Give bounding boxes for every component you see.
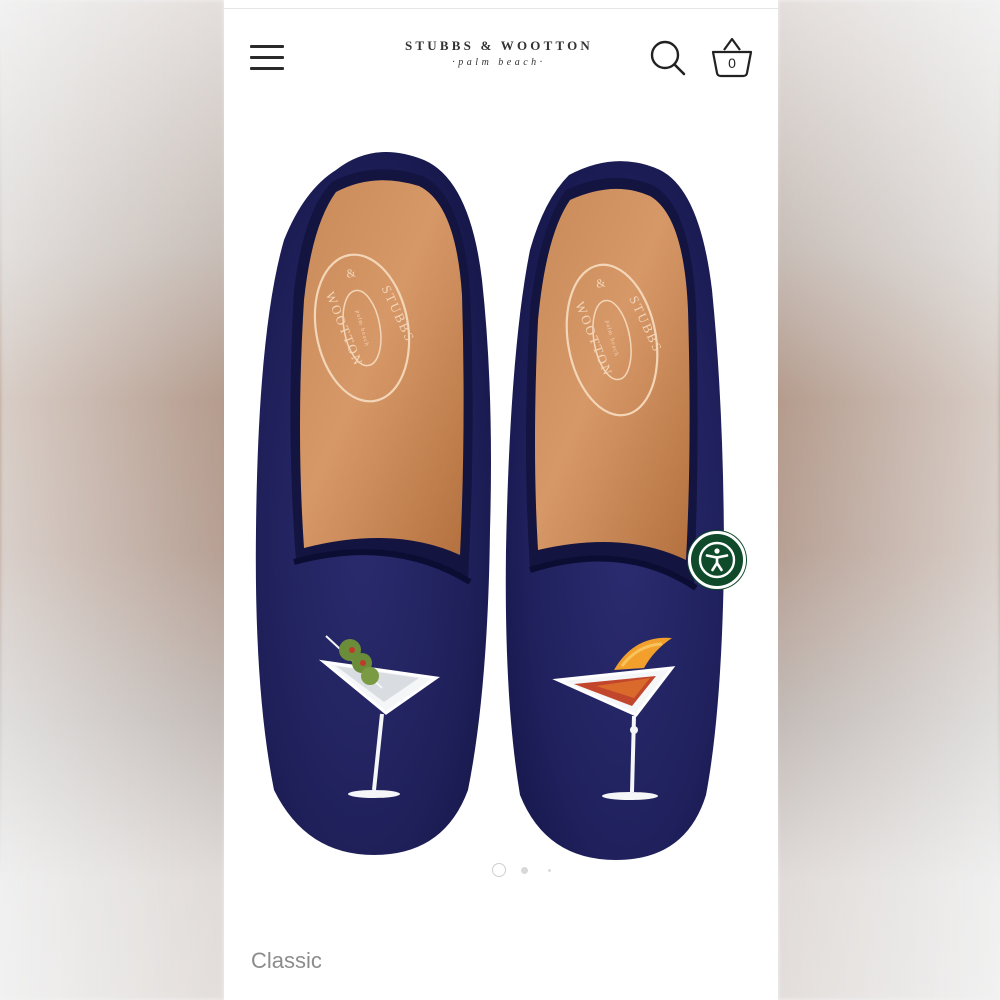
carousel-dot-1[interactable] <box>492 863 506 877</box>
carousel-dot-2[interactable] <box>521 867 528 874</box>
carousel-dot-3[interactable] <box>548 869 551 872</box>
collection-label: Classic <box>251 948 322 973</box>
brand-name: STUBBS & WOOTTON <box>405 38 593 53</box>
background-right-blur <box>778 0 1000 1000</box>
search-icon[interactable] <box>648 38 688 78</box>
carousel-dots <box>492 862 562 878</box>
site-header: STUBBS & WOOTTON ·palm beach· 0 <box>224 20 778 96</box>
background-left-blur <box>0 0 224 1000</box>
basket-count: 0 <box>728 55 736 71</box>
brand-logo[interactable]: STUBBS & WOOTTON ·palm beach· <box>384 38 614 68</box>
hamburger-menu-icon[interactable] <box>250 42 284 72</box>
basket-icon[interactable]: 0 <box>710 36 754 80</box>
product-image[interactable]: STUBBS & WOOTTON palm beach STUBBS & WOO… <box>224 130 778 870</box>
top-divider <box>224 8 778 9</box>
accessibility-icon[interactable] <box>688 531 746 589</box>
left-loafer: STUBBS & WOOTTON palm beach <box>255 152 491 855</box>
right-loafer: STUBBS & WOOTTON palm beach <box>505 161 724 861</box>
brand-tagline: ·palm beach· <box>452 57 546 68</box>
mobile-page: STUBBS & WOOTTON ·palm beach· 0 STUBBS &… <box>224 0 778 1000</box>
